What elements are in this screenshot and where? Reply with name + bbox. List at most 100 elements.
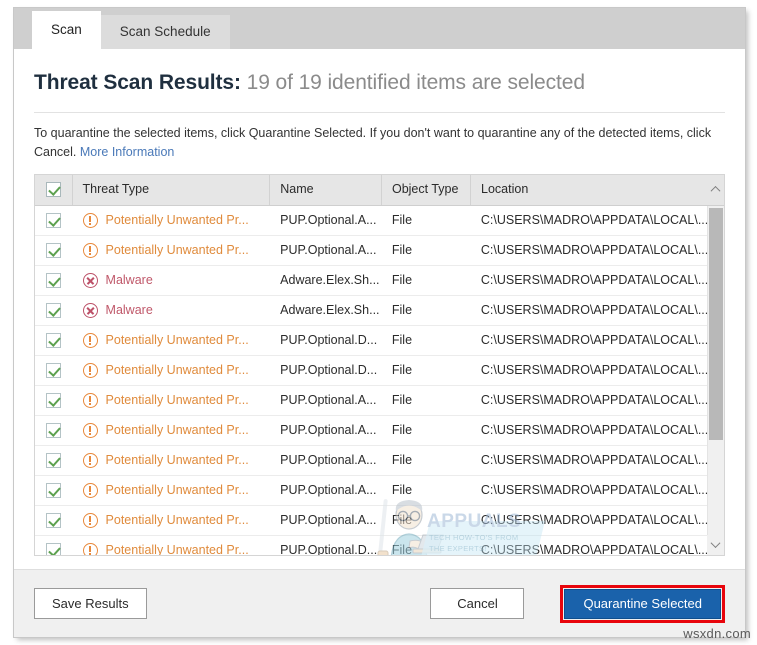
object-type-cell: File bbox=[382, 235, 471, 265]
warning-icon bbox=[83, 423, 98, 438]
row-checkbox[interactable] bbox=[46, 213, 61, 228]
select-all-checkbox[interactable] bbox=[46, 182, 61, 197]
quarantine-highlight-box: Quarantine Selected bbox=[560, 585, 725, 623]
name-cell: PUP.Optional.A... bbox=[270, 445, 382, 475]
row-checkbox-cell[interactable] bbox=[35, 385, 73, 415]
chevron-up-icon bbox=[711, 186, 721, 196]
select-all-header-cell[interactable] bbox=[35, 174, 73, 205]
row-checkbox[interactable] bbox=[46, 393, 61, 408]
warning-icon bbox=[83, 513, 98, 528]
column-header-object-type[interactable]: Object Type bbox=[382, 174, 471, 205]
footer-actions: Cancel Quarantine Selected bbox=[430, 585, 725, 623]
threat-type-label: Potentially Unwanted Pr... bbox=[106, 484, 249, 497]
threat-type-label: Potentially Unwanted Pr... bbox=[106, 394, 249, 407]
name-cell: PUP.Optional.D... bbox=[270, 535, 382, 555]
threat-type-cell: Potentially Unwanted Pr... bbox=[73, 206, 271, 236]
row-checkbox[interactable] bbox=[46, 303, 61, 318]
location-cell: C:\USERS\MADRO\APPDATA\LOCAL\... bbox=[471, 475, 707, 505]
row-checkbox[interactable] bbox=[46, 543, 61, 555]
threat-scan-results-window: Scan Scan Schedule Threat Scan Results: … bbox=[14, 8, 745, 637]
object-type-cell: File bbox=[382, 355, 471, 385]
row-checkbox-cell[interactable] bbox=[35, 265, 73, 295]
threat-type-cell: Malware bbox=[73, 295, 271, 325]
location-cell: C:\USERS\MADRO\APPDATA\LOCAL\... bbox=[471, 415, 707, 445]
row-checkbox-cell[interactable] bbox=[35, 445, 73, 475]
table-row[interactable]: Potentially Unwanted Pr...PUP.Optional.A… bbox=[35, 446, 707, 476]
table-row[interactable]: Potentially Unwanted Pr... PUP.Optional.A… bbox=[35, 236, 707, 266]
name-cell: PUP.Optional.A... bbox=[270, 415, 382, 445]
row-checkbox[interactable] bbox=[46, 333, 61, 348]
name-cell: Adware.Elex.Sh... bbox=[270, 295, 382, 325]
location-cell: C:\USERS\MADRO\APPDATA\LOCAL\... bbox=[471, 385, 707, 415]
threat-type-cell: Potentially Unwanted Pr... bbox=[73, 445, 271, 475]
object-type-cell: File bbox=[382, 415, 471, 445]
row-checkbox[interactable] bbox=[46, 453, 61, 468]
threat-type-label: Potentially Unwanted Pr... bbox=[106, 214, 249, 227]
table-row[interactable]: MalwareAdware.Elex.Sh...FileC:\USERS\MAD… bbox=[35, 266, 707, 296]
row-checkbox[interactable] bbox=[46, 273, 61, 288]
row-checkbox-cell[interactable] bbox=[35, 235, 73, 265]
row-checkbox[interactable] bbox=[46, 243, 61, 258]
row-checkbox-cell[interactable] bbox=[35, 325, 73, 355]
row-checkbox[interactable] bbox=[46, 363, 61, 378]
scroll-up-button[interactable] bbox=[707, 174, 724, 205]
table-row[interactable]: Potentially Unwanted Pr...PUP.Optional.D… bbox=[35, 356, 707, 386]
threat-table: Threat Type Name Object Type Location Po… bbox=[34, 174, 725, 556]
vertical-scrollbar[interactable] bbox=[707, 206, 724, 555]
table-header-row: Threat Type Name Object Type Location bbox=[35, 175, 724, 206]
page-title: Threat Scan Results: 19 of 19 identified… bbox=[34, 49, 725, 112]
row-checkbox[interactable] bbox=[46, 483, 61, 498]
row-checkbox-cell[interactable] bbox=[35, 475, 73, 505]
name-cell: PUP.Optional.A... bbox=[270, 235, 382, 265]
table-row[interactable]: Potentially Unwanted Pr...PUP.Optional.D… bbox=[35, 536, 707, 555]
row-checkbox[interactable] bbox=[46, 423, 61, 438]
column-header-threat-type[interactable]: Threat Type bbox=[73, 174, 271, 205]
table-row[interactable]: Potentially Unwanted Pr... PUP.Optional.D… bbox=[35, 326, 707, 356]
column-header-location[interactable]: Location bbox=[471, 174, 707, 205]
table-row[interactable]: MalwareAdware.Elex.Sh...FileC:\USERS\MAD… bbox=[35, 296, 707, 326]
quarantine-selected-button[interactable]: Quarantine Selected bbox=[564, 589, 721, 619]
name-cell: PUP.Optional.D... bbox=[270, 325, 382, 355]
cancel-button[interactable]: Cancel bbox=[430, 588, 524, 619]
row-checkbox[interactable] bbox=[46, 513, 61, 528]
table-row[interactable]: Potentially Unwanted Pr...PUP.Optional.A… bbox=[35, 386, 707, 416]
location-cell: C:\USERS\MADRO\APPDATA\LOCAL\... bbox=[471, 235, 707, 265]
error-x-icon bbox=[83, 273, 98, 288]
warning-icon bbox=[83, 543, 98, 555]
warning-icon bbox=[83, 213, 98, 228]
threat-type-cell: Potentially Unwanted Pr... bbox=[73, 355, 271, 385]
object-type-cell: File bbox=[382, 535, 471, 555]
corner-watermark: wsxdn.com bbox=[683, 626, 751, 641]
name-cell: Adware.Elex.Sh... bbox=[270, 265, 382, 295]
row-checkbox-cell[interactable] bbox=[35, 505, 73, 535]
row-checkbox-cell[interactable] bbox=[35, 355, 73, 385]
threat-type-label: Potentially Unwanted Pr... bbox=[106, 244, 249, 257]
name-cell: PUP.Optional.D... bbox=[270, 355, 382, 385]
name-cell: PUP.Optional.A... bbox=[270, 206, 382, 236]
row-checkbox-cell[interactable] bbox=[35, 206, 73, 236]
threat-type-cell: Potentially Unwanted Pr... bbox=[73, 325, 271, 355]
table-row[interactable]: Potentially Unwanted Pr...PUP.Optional.A… bbox=[35, 476, 707, 506]
warning-icon bbox=[83, 333, 98, 348]
save-results-button[interactable]: Save Results bbox=[34, 588, 147, 619]
content-body: Threat Scan Results: 19 of 19 identified… bbox=[14, 49, 745, 569]
tab-scan-schedule[interactable]: Scan Schedule bbox=[101, 15, 230, 49]
table-row[interactable]: Potentially Unwanted Pr...PUP.Optional.A… bbox=[35, 506, 707, 536]
tab-scan[interactable]: Scan bbox=[32, 11, 101, 49]
threat-type-label: Potentially Unwanted Pr... bbox=[106, 334, 249, 347]
row-checkbox-cell[interactable] bbox=[35, 535, 73, 555]
location-cell: C:\USERS\MADRO\APPDATA\LOCAL\... bbox=[471, 295, 707, 325]
table-row[interactable]: Potentially Unwanted Pr...PUP.Optional.A… bbox=[35, 416, 707, 446]
object-type-cell: File bbox=[382, 295, 471, 325]
column-header-name[interactable]: Name bbox=[270, 174, 382, 205]
table-row[interactable]: Potentially Unwanted Pr... PUP.Optional.A… bbox=[35, 206, 707, 236]
scroll-down-button[interactable] bbox=[707, 535, 724, 555]
name-cell: PUP.Optional.A... bbox=[270, 505, 382, 535]
row-checkbox-cell[interactable] bbox=[35, 415, 73, 445]
warning-icon bbox=[83, 393, 98, 408]
warning-icon bbox=[83, 453, 98, 468]
scrollbar-thumb[interactable] bbox=[709, 208, 723, 440]
more-information-link[interactable]: More Information bbox=[80, 145, 174, 159]
row-checkbox-cell[interactable] bbox=[35, 295, 73, 325]
threat-type-cell: Potentially Unwanted Pr... bbox=[73, 385, 271, 415]
